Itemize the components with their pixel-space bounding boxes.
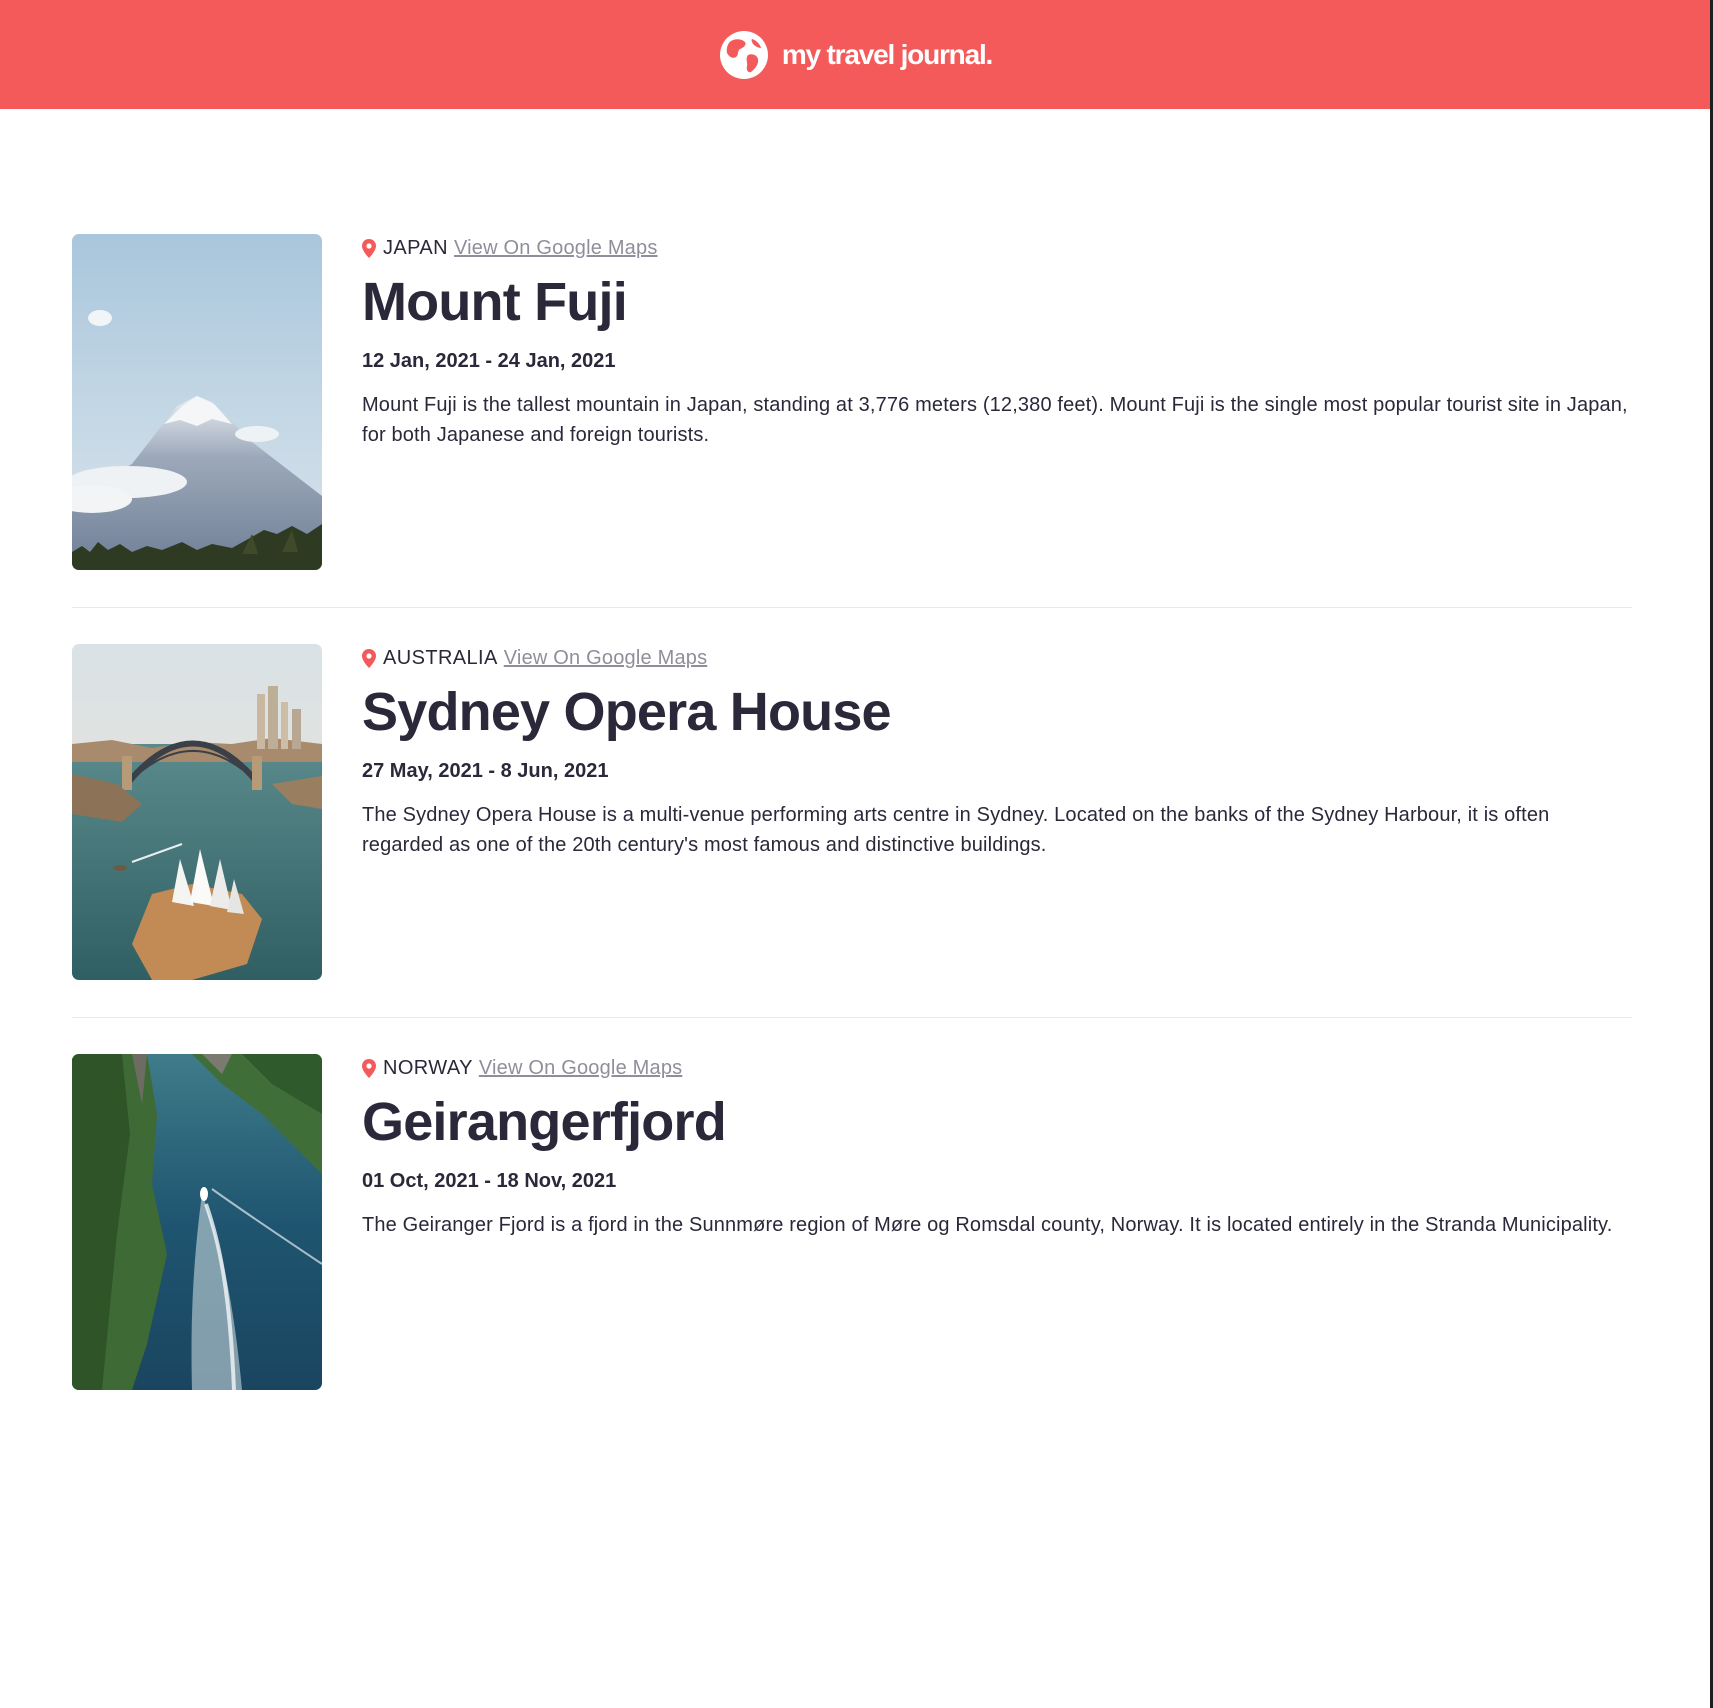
journal-entry: AUSTRALIA View On Google Maps Sydney Ope… [72, 644, 1632, 1054]
location-row: JAPAN View On Google Maps [362, 234, 1632, 262]
entry-title: Sydney Opera House [362, 682, 892, 742]
entry-title: Geirangerfjord [362, 1092, 727, 1152]
globe-icon [719, 30, 768, 79]
sydney-opera-house-photo [72, 644, 322, 980]
entry-dates: 12 Jan, 2021 - 24 Jan, 2021 [362, 350, 616, 372]
entry-info: JAPAN View On Google Maps Mount Fuji 12 … [362, 234, 1632, 450]
mount-fuji-photo [72, 234, 322, 570]
app-header: my travel journal. [0, 0, 1710, 109]
entry-info: AUSTRALIA View On Google Maps Sydney Ope… [362, 644, 1632, 860]
country-label: NORWAY [383, 1056, 473, 1079]
entry-title: Mount Fuji [362, 272, 628, 332]
location-row: AUSTRALIA View On Google Maps [362, 644, 1632, 672]
entry-dates: 01 Oct, 2021 - 18 Nov, 2021 [362, 1170, 617, 1192]
journal-entry: JAPAN View On Google Maps Mount Fuji 12 … [72, 234, 1632, 644]
location-pin-icon [362, 238, 376, 258]
entry-dates: 27 May, 2021 - 8 Jun, 2021 [362, 760, 609, 782]
journal-entry: NORWAY View On Google Maps Geirangerfjor… [72, 1054, 1632, 1464]
country-label: AUSTRALIA [383, 646, 498, 669]
location-pin-icon [362, 648, 376, 668]
google-maps-link[interactable]: View On Google Maps [479, 1057, 683, 1080]
brand-title: my travel journal. [781, 38, 993, 70]
entry-info: NORWAY View On Google Maps Geirangerfjor… [362, 1054, 1632, 1240]
location-row: NORWAY View On Google Maps [362, 1054, 1632, 1082]
entry-description: Mount Fuji is the tallest mountain in Ja… [362, 394, 1628, 446]
location-pin-icon [362, 1058, 376, 1078]
google-maps-link[interactable]: View On Google Maps [504, 647, 708, 670]
entry-divider [72, 607, 1632, 608]
google-maps-link[interactable]: View On Google Maps [454, 237, 658, 260]
entry-description: The Sydney Opera House is a multi-venue … [362, 804, 1550, 856]
entry-description: The Geiranger Fjord is a fjord in the Su… [362, 1214, 1613, 1236]
geirangerfjord-photo [72, 1054, 322, 1390]
country-label: JAPAN [383, 236, 448, 259]
entry-divider [72, 1017, 1632, 1018]
